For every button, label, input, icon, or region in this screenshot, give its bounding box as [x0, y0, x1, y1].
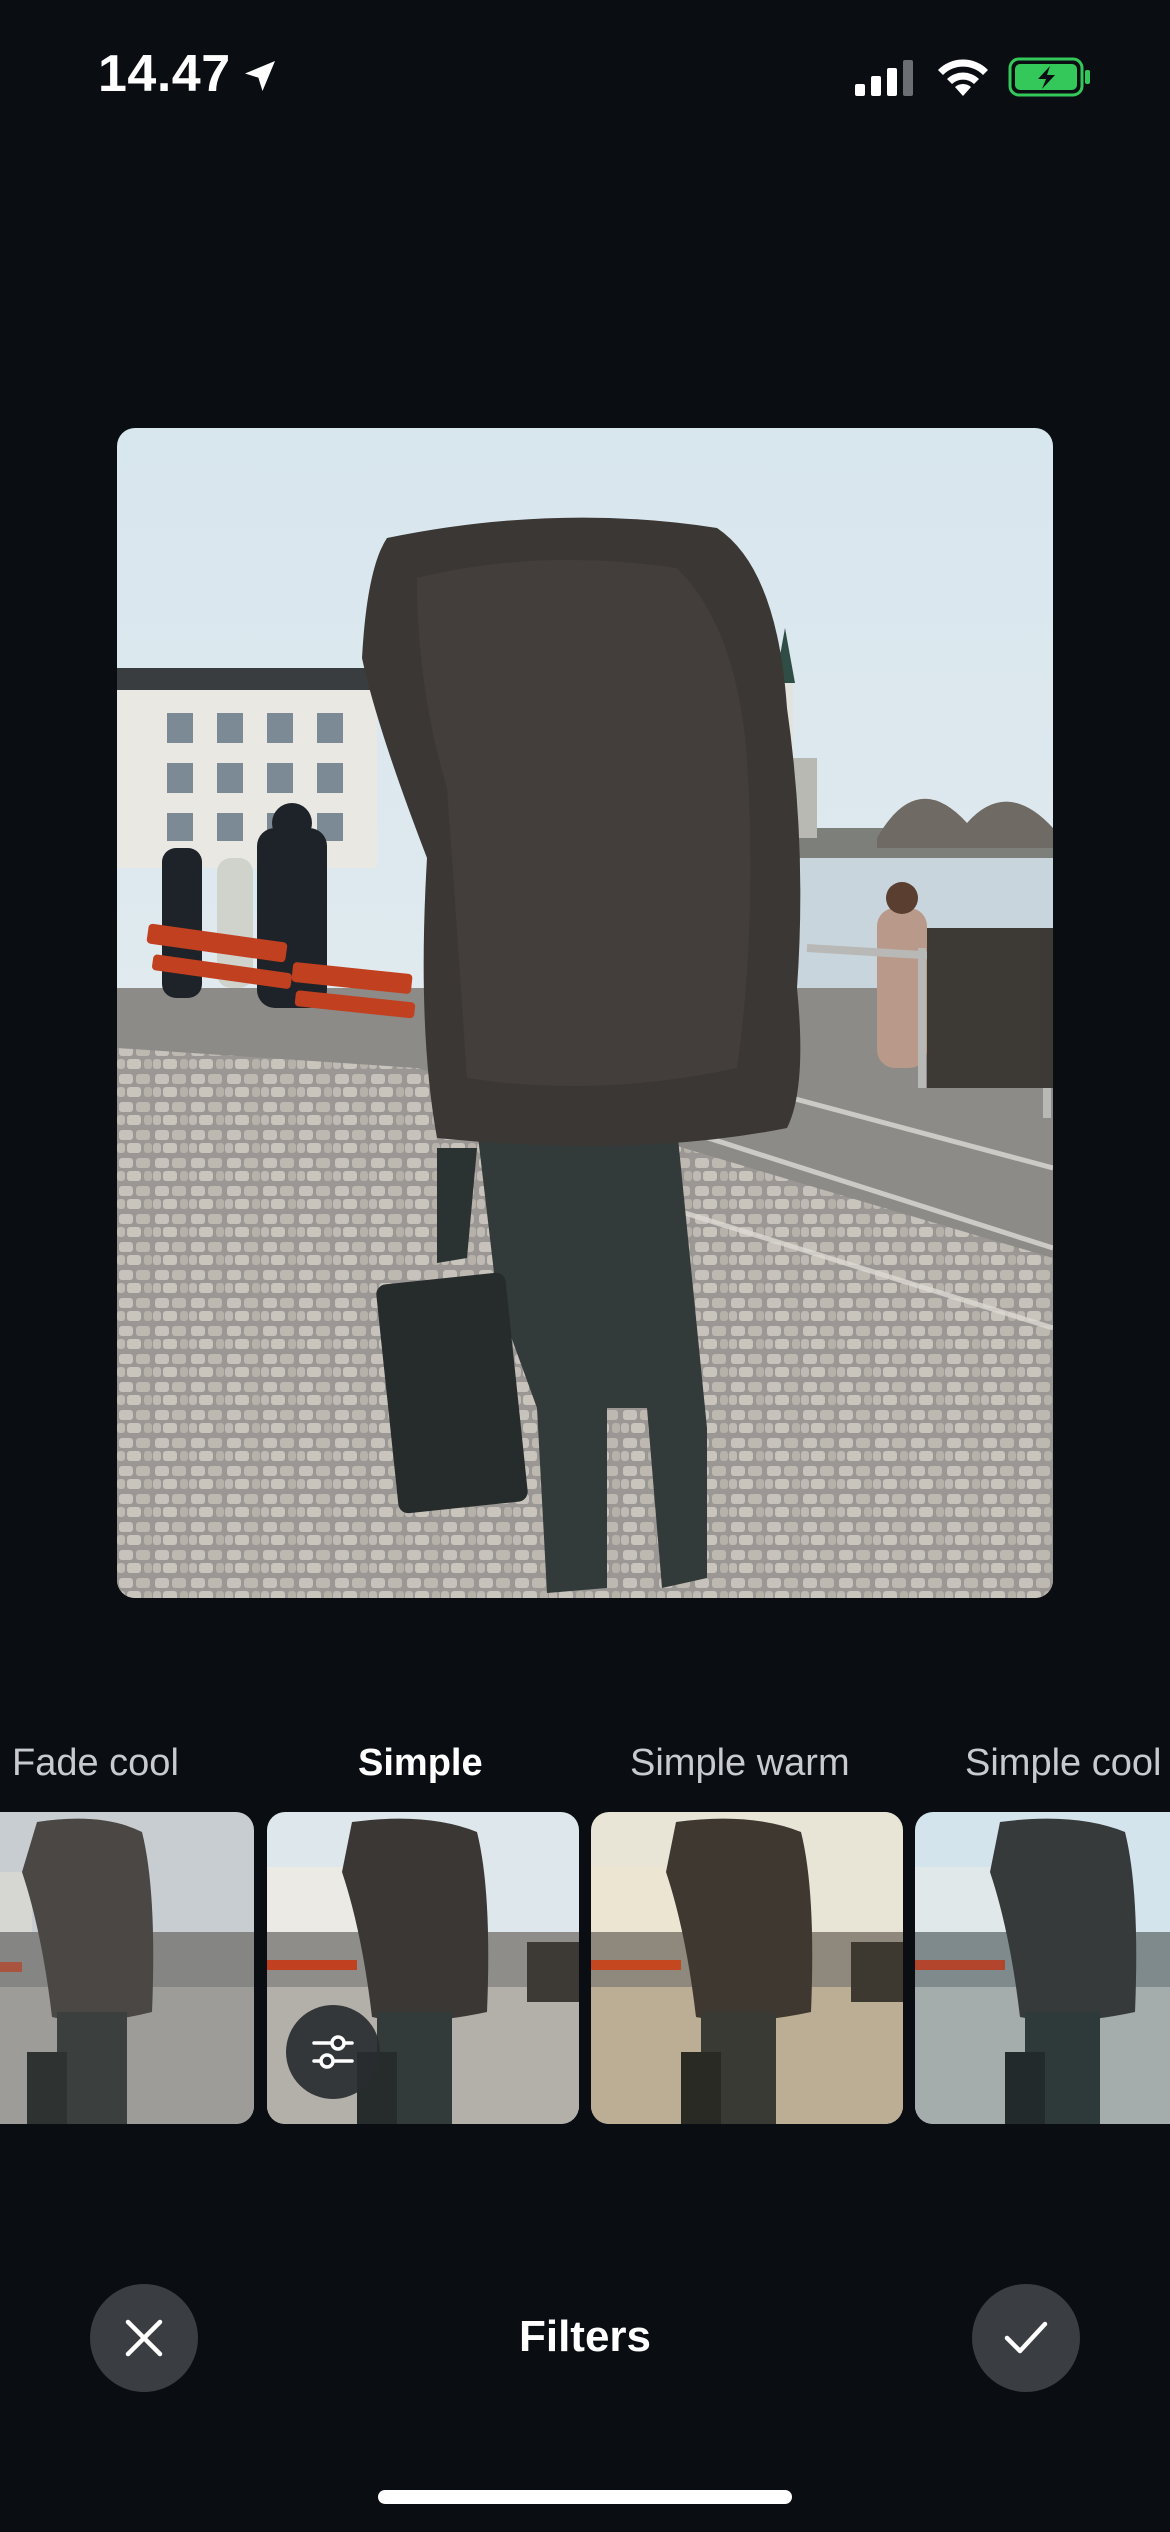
filter-label-simple[interactable]: Simple — [358, 1742, 483, 1785]
adjust-filter-button[interactable] — [286, 2005, 380, 2099]
main-photo-preview — [117, 428, 1053, 1598]
status-time: 14.47 — [98, 45, 231, 103]
checkmark-icon — [1004, 2321, 1048, 2354]
filter-thumbnail-fade-cool[interactable] — [0, 1812, 254, 2124]
filter-thumbnail-simple-cool[interactable] — [915, 1812, 1170, 2124]
filter-label-simple-warm[interactable]: Simple warm — [630, 1742, 850, 1785]
cellular-signal-icon — [855, 60, 913, 96]
battery-charging-icon — [1008, 57, 1090, 97]
filter-label-simple-cool[interactable]: Simple cool — [965, 1742, 1161, 1785]
confirm-button[interactable] — [972, 2284, 1080, 2392]
filter-label-fade-cool[interactable]: Fade cool — [12, 1742, 179, 1785]
status-bar: 14.47 — [0, 0, 1170, 150]
home-indicator[interactable] — [378, 2490, 792, 2504]
location-arrow-icon — [245, 61, 275, 91]
wifi-icon — [938, 59, 988, 96]
sliders-icon — [312, 2035, 354, 2069]
filter-thumbnail-simple-warm[interactable] — [591, 1812, 903, 2124]
